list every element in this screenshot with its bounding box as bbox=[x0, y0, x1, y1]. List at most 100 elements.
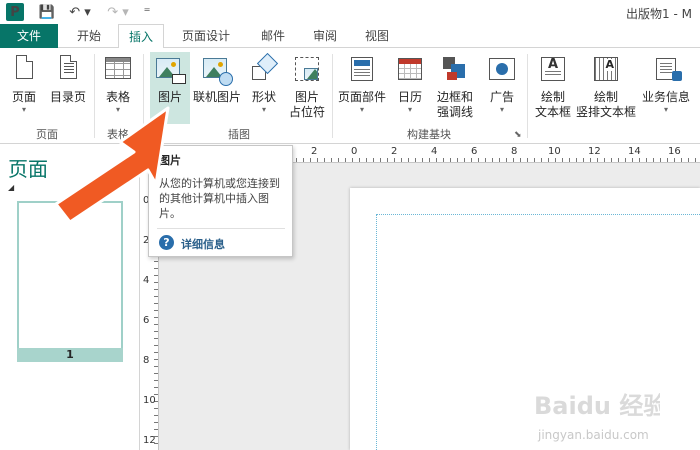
group-separator bbox=[527, 54, 528, 138]
page-thumbnail-number: 1 bbox=[17, 348, 123, 362]
vertical-textbox-icon: A bbox=[594, 57, 618, 81]
calendar-button[interactable]: 日历 ▾ bbox=[392, 52, 428, 124]
advertisement-label: 广告 bbox=[489, 90, 514, 104]
ruler-number: 12 bbox=[143, 435, 156, 446]
save-icon[interactable]: 💾 bbox=[38, 3, 56, 21]
chevron-down-icon: ▾ bbox=[359, 105, 364, 114]
shapes-button-label: 形状 bbox=[251, 90, 276, 104]
draw-vertical-textbox-label-1: 绘制 bbox=[593, 90, 618, 104]
chevron-down-icon: ▾ bbox=[21, 105, 26, 114]
globe-icon bbox=[219, 72, 233, 86]
borders-accents-button[interactable]: 边框和 强调线 bbox=[432, 52, 478, 124]
monitor-icon bbox=[172, 74, 186, 84]
ruler-number: 16 bbox=[668, 146, 681, 157]
chevron-down-icon: ▾ bbox=[261, 105, 266, 114]
ruler-number: 6 bbox=[143, 315, 150, 326]
page-icon bbox=[16, 55, 33, 79]
chevron-down-icon: ▾ bbox=[499, 105, 504, 114]
page-parts-icon bbox=[351, 57, 373, 81]
customize-toolbar-icon[interactable]: ⁼ bbox=[140, 3, 154, 21]
tab-file[interactable]: 文件 bbox=[0, 24, 58, 48]
page-parts-label: 页面部件 bbox=[337, 90, 386, 104]
tooltip-description: 从您的计算机或您连接到的其他计算机中插入图片。 bbox=[159, 177, 280, 220]
tab-insert[interactable]: 插入 bbox=[118, 24, 164, 49]
ruler-number: 8 bbox=[143, 355, 150, 366]
tab-view[interactable]: 视图 bbox=[354, 24, 400, 48]
margin-guide bbox=[376, 214, 700, 450]
page-button-label: 页面 bbox=[11, 90, 36, 104]
ruler-number: 0 bbox=[351, 146, 358, 157]
draw-textbox-button[interactable]: A 绘制 文本框 bbox=[532, 52, 574, 124]
textbox-icon: A bbox=[541, 57, 565, 81]
group-label-building-blocks: 构建基块 bbox=[407, 128, 451, 141]
tab-review[interactable]: 审阅 bbox=[302, 24, 348, 48]
ruler-number: 4 bbox=[431, 146, 438, 157]
chevron-down-icon: ▾ bbox=[115, 105, 120, 114]
draw-textbox-label-1: 绘制 bbox=[540, 90, 565, 104]
picture-placeholder-label-1: 图片 bbox=[294, 90, 319, 104]
business-info-icon bbox=[656, 58, 682, 81]
undo-icon[interactable]: ↶ ▾ bbox=[66, 3, 94, 21]
draw-vertical-textbox-label-2: 竖排文本框 bbox=[576, 105, 637, 119]
chevron-down-icon: ▾ bbox=[663, 105, 668, 114]
business-info-button[interactable]: 业务信息 ▾ bbox=[640, 52, 692, 124]
online-picture-label: 联机图片 bbox=[192, 90, 241, 104]
page-thumbnail[interactable] bbox=[17, 201, 123, 361]
picture-placeholder-label-2: 占位符 bbox=[288, 105, 325, 119]
tooltip-title: 图片 bbox=[159, 154, 181, 167]
group-label-tables: 表格 bbox=[107, 128, 129, 141]
picture-button-label: 图片 bbox=[157, 90, 182, 104]
title-bar: P 💾 ↶ ▾ ↷ ▾ ⁼ 出版物1 - M bbox=[0, 0, 700, 24]
collapse-triangle-icon[interactable]: ◢ bbox=[8, 183, 14, 192]
tab-page-design[interactable]: 页面设计 bbox=[172, 24, 240, 48]
online-picture-button[interactable]: 联机图片 bbox=[192, 52, 242, 124]
draw-vertical-textbox-button[interactable]: A 绘制 竖排文本框 bbox=[576, 52, 636, 124]
publisher-app-icon: P bbox=[6, 3, 24, 21]
picture-placeholder-icon bbox=[295, 57, 319, 81]
picture-tooltip: 图片 从您的计算机或您连接到的其他计算机中插入图片。 ? 详细信息 bbox=[148, 145, 293, 257]
borders-accents-label-1: 边框和 bbox=[436, 90, 473, 104]
draw-textbox-label-2: 文本框 bbox=[534, 105, 571, 119]
page-button[interactable]: 页面 ▾ bbox=[4, 52, 44, 124]
table-button[interactable]: 表格 ▾ bbox=[98, 52, 138, 124]
group-label-illustrations: 插图 bbox=[228, 128, 250, 141]
ribbon-tabs: 文件 开始 插入 页面设计 邮件 审阅 视图 bbox=[0, 24, 700, 49]
group-separator bbox=[143, 54, 144, 138]
document-title: 出版物1 - M bbox=[626, 7, 692, 21]
ruler-number: 10 bbox=[548, 146, 561, 157]
chevron-down-icon: ▾ bbox=[407, 105, 412, 114]
borders-accents-label-2: 强调线 bbox=[436, 105, 473, 119]
table-button-label: 表格 bbox=[105, 90, 130, 104]
group-separator bbox=[94, 54, 95, 138]
group-label-pages: 页面 bbox=[36, 128, 58, 141]
tab-home[interactable]: 开始 bbox=[66, 24, 112, 48]
ruler-number: 6 bbox=[471, 146, 478, 157]
business-info-label: 业务信息 bbox=[641, 90, 690, 104]
calendar-icon bbox=[398, 58, 422, 80]
picture-placeholder-button[interactable]: 图片 占位符 bbox=[286, 52, 328, 124]
advertisement-button[interactable]: 广告 ▾ bbox=[482, 52, 522, 124]
ruler-number: 2 bbox=[311, 146, 318, 157]
watermark-url: jingyan.baidu.com bbox=[538, 428, 649, 442]
help-icon[interactable]: ? bbox=[159, 235, 174, 250]
tooltip-divider bbox=[157, 228, 285, 229]
group-separator bbox=[332, 54, 333, 138]
shapes-button[interactable]: 形状 ▾ bbox=[244, 52, 284, 124]
page-parts-button[interactable]: 页面部件 ▾ bbox=[336, 52, 388, 124]
advertisement-icon bbox=[489, 58, 515, 80]
ribbon-insert: 页面 ▾ 目录页 页面 表格 ▾ 表格 图片 联机图片 形状 ▾ 图片 占位符 … bbox=[0, 48, 700, 144]
tooltip-more-info-link[interactable]: 详细信息 bbox=[181, 236, 225, 252]
dialog-launcher-icon[interactable]: ⬊ bbox=[514, 130, 522, 140]
calendar-label: 日历 bbox=[397, 90, 422, 104]
catalog-page-button[interactable]: 目录页 bbox=[46, 52, 90, 124]
ruler-number: 10 bbox=[143, 395, 156, 406]
pages-panel: 页面 ◢ 1 bbox=[0, 145, 140, 450]
borders-accents-icon bbox=[439, 54, 471, 86]
ruler-number: 8 bbox=[511, 146, 518, 157]
catalog-page-label: 目录页 bbox=[49, 90, 86, 104]
tab-mailings[interactable]: 邮件 bbox=[250, 24, 296, 48]
redo-icon[interactable]: ↷ ▾ bbox=[104, 3, 132, 21]
picture-button[interactable]: 图片 bbox=[150, 52, 190, 124]
ruler-number: 14 bbox=[628, 146, 641, 157]
ruler-number: 12 bbox=[588, 146, 601, 157]
